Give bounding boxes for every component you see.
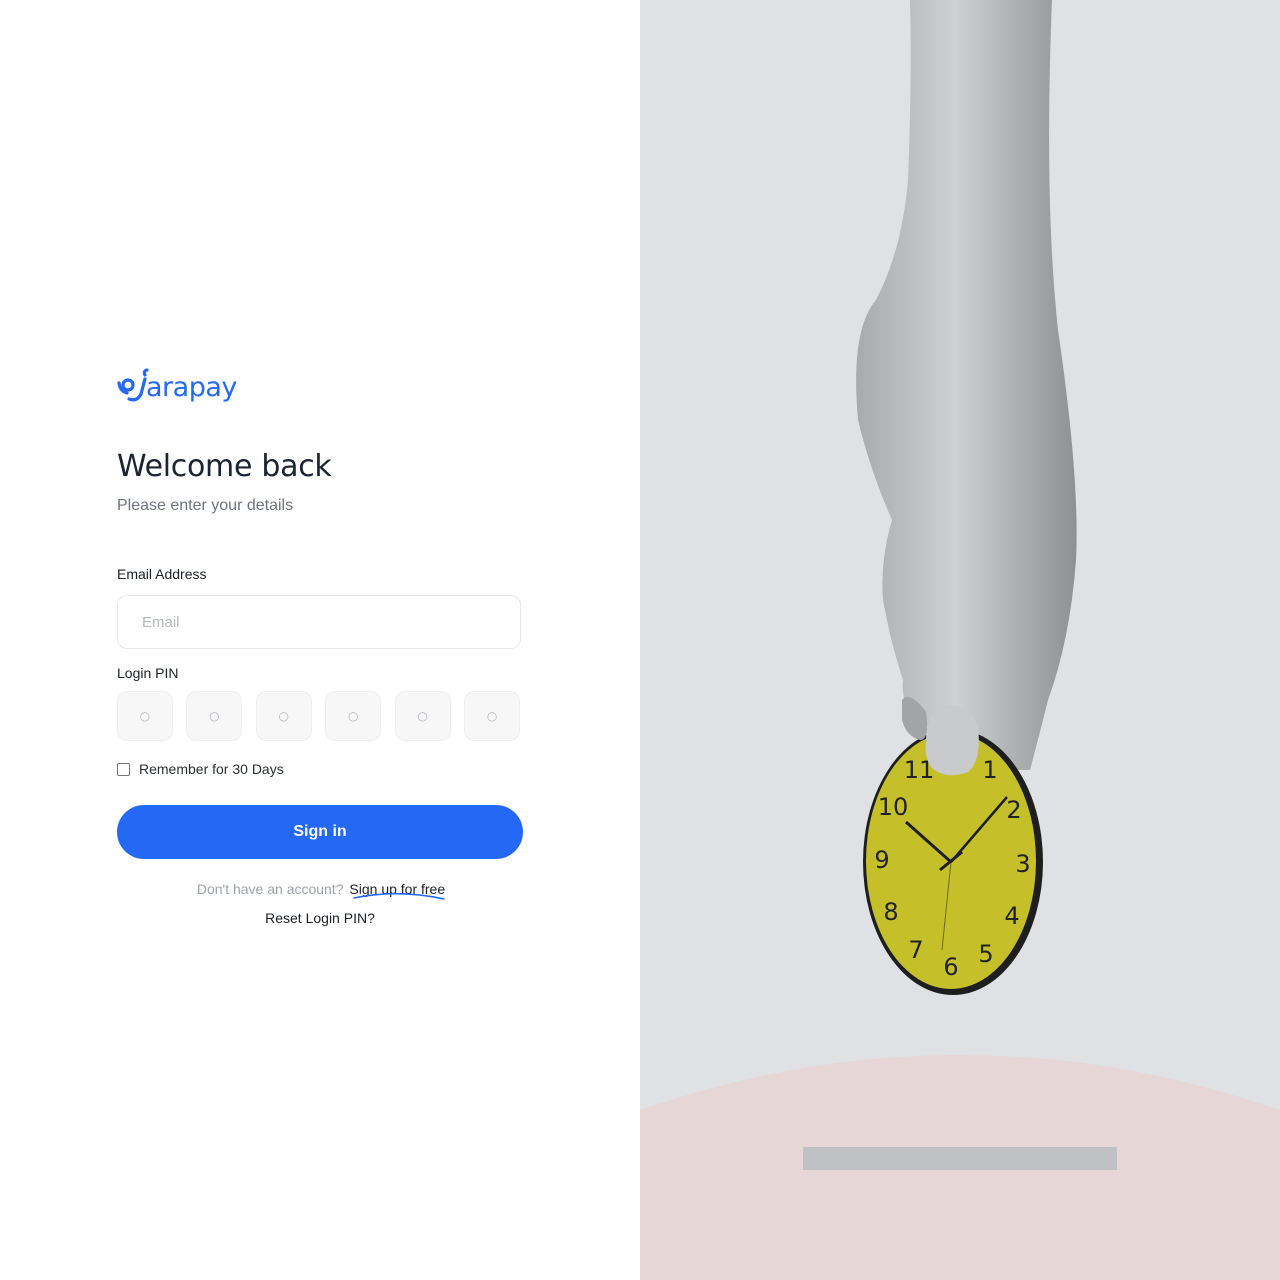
clock-number-5: 5 [978, 940, 993, 968]
clock-number-8: 8 [883, 898, 898, 926]
signup-row: Don't have an account? Sign up for free [117, 881, 523, 900]
placeholder-bar [803, 1147, 1117, 1170]
arm-shape [856, 0, 1077, 770]
clock-number-10: 10 [878, 793, 909, 821]
underline-swoosh-icon [353, 892, 446, 900]
remember-row: Remember for 30 Days [117, 761, 523, 777]
pin-digit-3[interactable]: ○ [255, 691, 312, 741]
pin-digit-4[interactable]: ○ [325, 691, 382, 741]
email-input[interactable] [117, 595, 521, 649]
pin-digit-2[interactable]: ○ [186, 691, 243, 741]
pin-digit-1[interactable]: ○ [117, 691, 173, 741]
clock-number-2: 2 [1006, 796, 1021, 824]
pin-input-group: ○ ○ ○ ○ ○ ○ [117, 691, 521, 741]
pin-digit-5[interactable]: ○ [394, 691, 451, 741]
clock-number-7: 7 [908, 936, 923, 964]
page-title: Welcome back [117, 449, 332, 484]
login-page: arapay Welcome back Please enter your de… [0, 0, 1280, 1280]
illustration-panel: 1 2 3 4 5 6 7 8 9 10 11 [640, 0, 1280, 1280]
brand-wordmark-text: arapay [146, 372, 237, 403]
sign-up-link[interactable]: Sign up for free [349, 881, 446, 900]
clock-number-6: 6 [943, 953, 958, 981]
login-panel: arapay Welcome back Please enter your de… [0, 0, 640, 1280]
thumb-shape [925, 705, 979, 776]
brand-logo: arapay [117, 368, 238, 403]
reset-pin-row: Reset Login PIN? [117, 910, 523, 926]
remember-label[interactable]: Remember for 30 Days [139, 761, 284, 777]
clock-number-3: 3 [1015, 850, 1030, 878]
page-subtitle: Please enter your details [117, 497, 294, 514]
clock-number-9: 9 [874, 846, 889, 874]
clock-number-4: 4 [1004, 902, 1019, 930]
clock-number-1: 1 [982, 756, 997, 784]
sign-in-button[interactable]: Sign in [117, 805, 523, 859]
signup-prompt: Don't have an account? [196, 881, 344, 897]
remember-checkbox[interactable] [117, 762, 130, 776]
login-form: arapay Welcome back Please enter your de… [117, 366, 523, 926]
pin-digit-6[interactable]: ○ [464, 691, 521, 741]
reset-pin-link[interactable]: Reset Login PIN? [265, 910, 375, 926]
email-label: Email Address [117, 566, 207, 582]
hand-clock-illustration: 1 2 3 4 5 6 7 8 9 10 11 [640, 0, 1280, 1280]
login-pin-label: Login PIN [117, 665, 179, 681]
